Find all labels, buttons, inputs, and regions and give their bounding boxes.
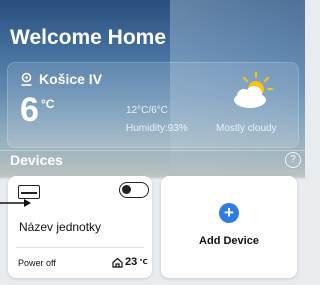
location-row[interactable]: Košice IV [20, 71, 102, 87]
page-title: Welcome Home [10, 26, 166, 49]
background-divider [0, 150, 305, 151]
card-divider [16, 247, 144, 248]
room-temperature-value: 23 [125, 256, 138, 268]
weather-card[interactable]: Košice IV 6 °C 12°C/6°C Humidity:93% Mos… [7, 62, 299, 148]
plus-icon: + [219, 203, 239, 223]
room-temperature-unit: ℃ [139, 259, 148, 266]
room-temperature: 23 ℃ [112, 256, 148, 268]
temperature-range: 12°C/6°C [126, 105, 168, 116]
devices-heading: Devices [10, 152, 63, 168]
add-device-card[interactable]: + Add Device [161, 176, 297, 278]
humidity-label: Humidity:93% [126, 123, 188, 134]
partly-cloudy-icon [234, 72, 273, 108]
current-temperature: 6 [20, 91, 39, 129]
toggle-knob [122, 185, 131, 194]
help-icon[interactable]: ? [285, 152, 301, 168]
device-name: Název jednotky [19, 220, 102, 234]
location-label: Košice IV [39, 71, 103, 87]
annotation-arrow-icon [0, 199, 31, 207]
home-icon [112, 257, 123, 268]
weather-condition: Mostly cloudy [216, 123, 277, 134]
location-pin-icon [21, 72, 32, 86]
temperature-unit: °C [41, 97, 55, 111]
add-device-label: Add Device [199, 235, 259, 247]
power-toggle[interactable] [119, 182, 149, 198]
power-status: Power off [18, 258, 56, 268]
device-card[interactable]: Název jednotky Power off 23 ℃ [8, 176, 152, 278]
